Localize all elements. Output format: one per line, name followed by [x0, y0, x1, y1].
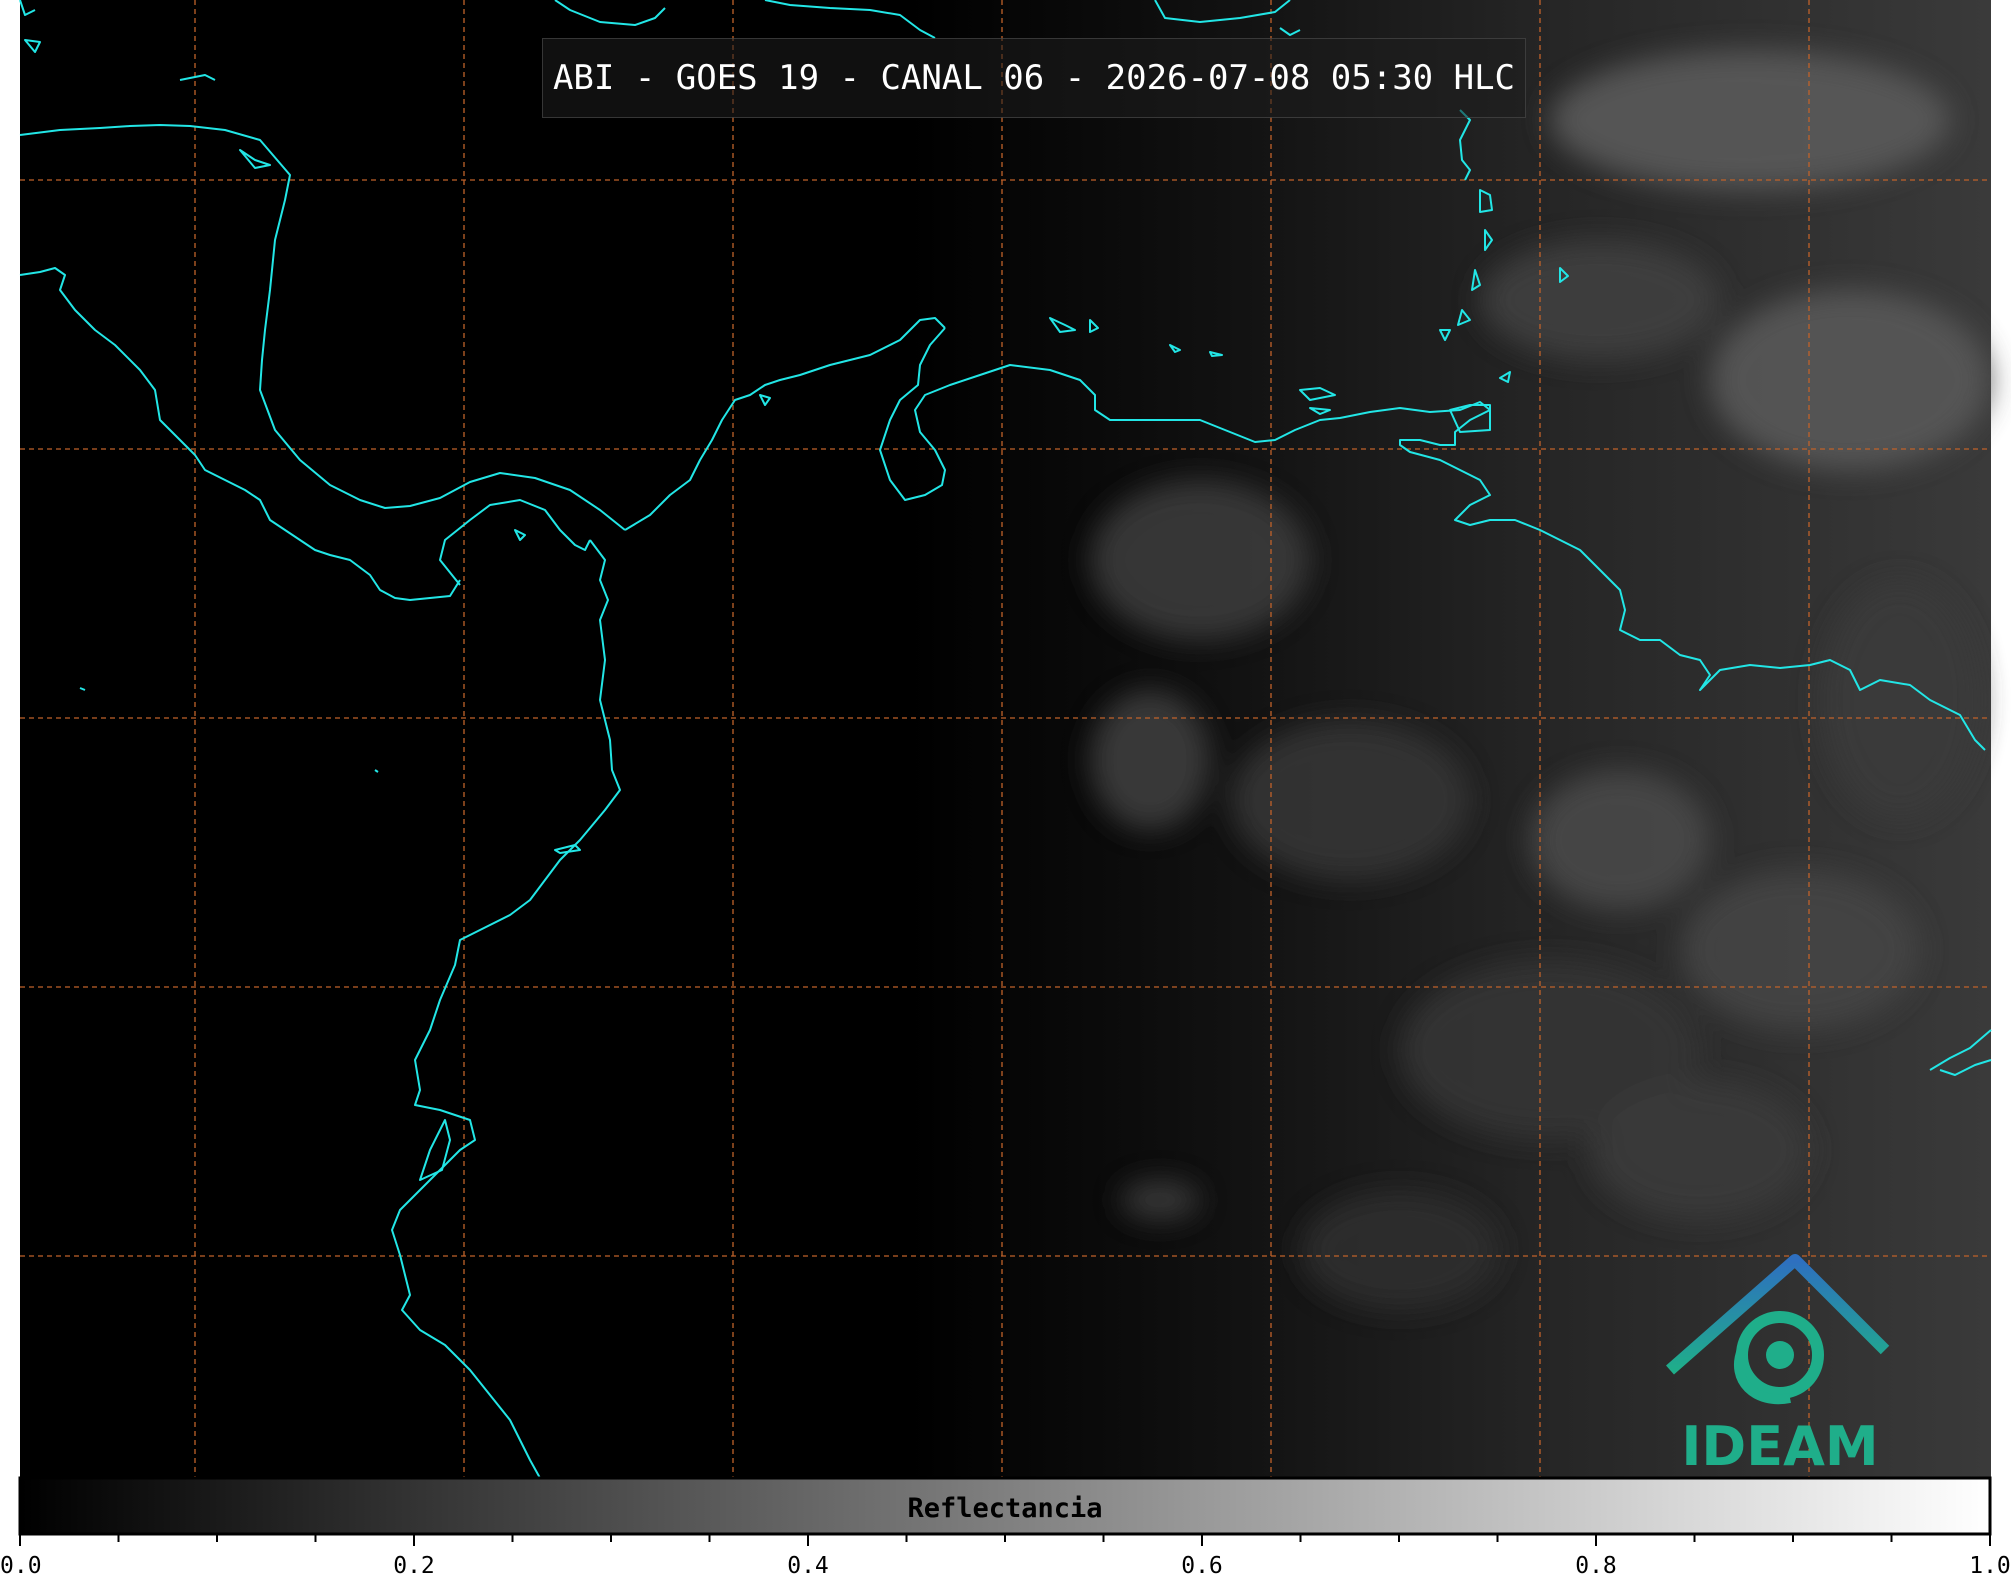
colorbar-tick-label: 1.0: [1969, 1553, 2011, 1579]
colorbar-tick-label: 0.8: [1575, 1553, 1617, 1579]
map-title-box: ABI - GOES 19 - CANAL 06 - 2026-07-08 05…: [542, 38, 1526, 118]
logo-text: IDEAM: [1681, 1415, 1878, 1478]
colorbar-tick-label: 0.2: [393, 1553, 435, 1579]
satellite-map: IDEAM: [18, 0, 1992, 1546]
colorbar-tick-label: 0.4: [787, 1553, 829, 1579]
colorbar-label: Reflectancia: [907, 1492, 1103, 1524]
colorbar-tick-label: 0.6: [1181, 1553, 1223, 1579]
map-title: ABI - GOES 19 - CANAL 06 - 2026-07-08 05…: [552, 58, 1516, 98]
colorbar-tick-label: 0.0: [0, 1553, 42, 1579]
